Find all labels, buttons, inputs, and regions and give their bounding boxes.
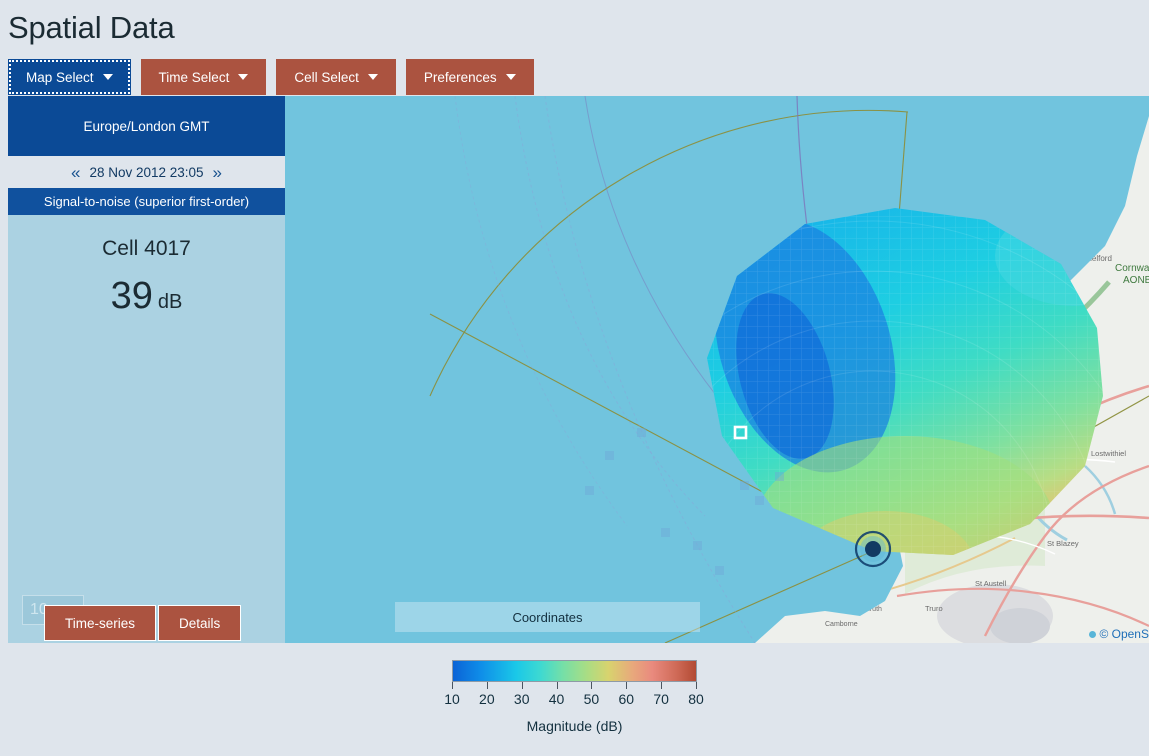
- menu-item-time-select[interactable]: Time Select: [140, 59, 267, 95]
- colorbar-tick-label: 50: [583, 691, 600, 707]
- menu-item-preferences-label: Preferences: [423, 69, 497, 85]
- svg-text:Camborne: Camborne: [825, 621, 858, 628]
- page-title: Spatial Data: [8, 10, 175, 45]
- menu-item-map-select-label: Map Select: [26, 69, 94, 85]
- timezone-bar: Europe/London GMT: [8, 96, 285, 156]
- colorbar-tick: [626, 682, 628, 689]
- attribution-label: © OpenS: [1099, 627, 1149, 641]
- colorbar-tick-label: 60: [618, 691, 635, 707]
- svg-text:Cornwall: Cornwall: [1115, 263, 1149, 274]
- colorbar-ticks: [452, 682, 697, 690]
- colorbar-tick-label: 30: [513, 691, 530, 707]
- colorbar-tick: [521, 682, 523, 689]
- colorbar-gradient: [452, 660, 697, 682]
- map-view[interactable]: Camelford Wadebridge Padstow Bodmin St C…: [285, 96, 1149, 643]
- colorbar-tick-labels: 10 20 30 40 50 60 70 80: [432, 691, 717, 709]
- menu-item-cell-select-label: Cell Select: [294, 69, 359, 85]
- attribution-marker-icon: [1089, 630, 1097, 638]
- colorbar-tick: [661, 682, 663, 689]
- timezone-label: Europe/London GMT: [83, 118, 210, 134]
- chevron-down-icon: [102, 74, 113, 80]
- datetime-label: 28 Nov 2012 23:05: [89, 164, 204, 180]
- parameter-label: Signal-to-noise (superior first-order): [43, 194, 250, 209]
- colorbar-title: Magnitude (dB): [526, 718, 623, 734]
- svg-text:St Austell: St Austell: [975, 579, 1007, 588]
- menu-item-time-select-label: Time Select: [158, 69, 230, 85]
- map-canvas[interactable]: Camelford Wadebridge Padstow Bodmin St C…: [285, 96, 1149, 643]
- details-button[interactable]: Details: [158, 605, 242, 641]
- menu-item-cell-select[interactable]: Cell Select: [276, 59, 396, 95]
- colorbar-tick-label: 70: [653, 691, 669, 707]
- colorbar-tick: [696, 682, 697, 689]
- sidebar-action-buttons: Time-series Details: [44, 605, 242, 641]
- cell-value-readout: 39 dB: [8, 277, 285, 315]
- cell-value-number: 39: [110, 275, 153, 317]
- previous-timestep-icon[interactable]: «: [71, 164, 80, 181]
- menu-bar: Map Select Time Select Cell Select Prefe…: [8, 59, 534, 95]
- chevron-down-icon: [367, 74, 378, 80]
- sidebar-panel: Europe/London GMT « 28 Nov 2012 23:05 » …: [8, 96, 285, 643]
- coordinates-readout[interactable]: Coordinates: [395, 602, 700, 632]
- cell-id-label: Cell 4017: [102, 237, 191, 260]
- chevron-down-icon: [505, 74, 516, 80]
- menu-item-map-select[interactable]: Map Select: [8, 59, 131, 95]
- map-attribution[interactable]: © OpenS: [1089, 627, 1149, 641]
- colorbar-tick-label: 40: [548, 691, 565, 707]
- chevron-down-icon: [238, 74, 249, 80]
- svg-text:AONB: AONB: [1123, 275, 1149, 286]
- radar-station-marker[interactable]: [854, 530, 892, 568]
- datetime-navigator: « 28 Nov 2012 23:05 »: [8, 156, 285, 188]
- colorbar-tick-label: 10: [444, 691, 460, 707]
- next-timestep-icon[interactable]: »: [213, 164, 222, 181]
- colorbar-tick: [591, 682, 593, 689]
- app-root: Spatial Data Map Select Time Select Cell…: [0, 0, 1149, 756]
- svg-text:Truro: Truro: [925, 604, 943, 613]
- svg-text:Lostwithiel: Lostwithiel: [1091, 449, 1126, 458]
- cell-value-unit: dB: [157, 291, 183, 313]
- time-series-button[interactable]: Time-series: [44, 605, 157, 641]
- colorbar-tick: [556, 682, 558, 689]
- menu-item-preferences[interactable]: Preferences: [405, 59, 534, 95]
- colorbar-tick-label: 80: [688, 691, 704, 707]
- colorbar-tick: [452, 682, 453, 689]
- colorbar-tick: [486, 682, 488, 689]
- parameter-bar: Signal-to-noise (superior first-order): [8, 188, 285, 215]
- coordinates-label: Coordinates: [512, 609, 583, 625]
- colorbar-tick-label: 20: [479, 691, 495, 707]
- svg-text:St Blazey: St Blazey: [1047, 539, 1079, 548]
- colorbar-legend: 10 20 30 40 50 60 70 80 Magnitude (dB): [0, 660, 1149, 734]
